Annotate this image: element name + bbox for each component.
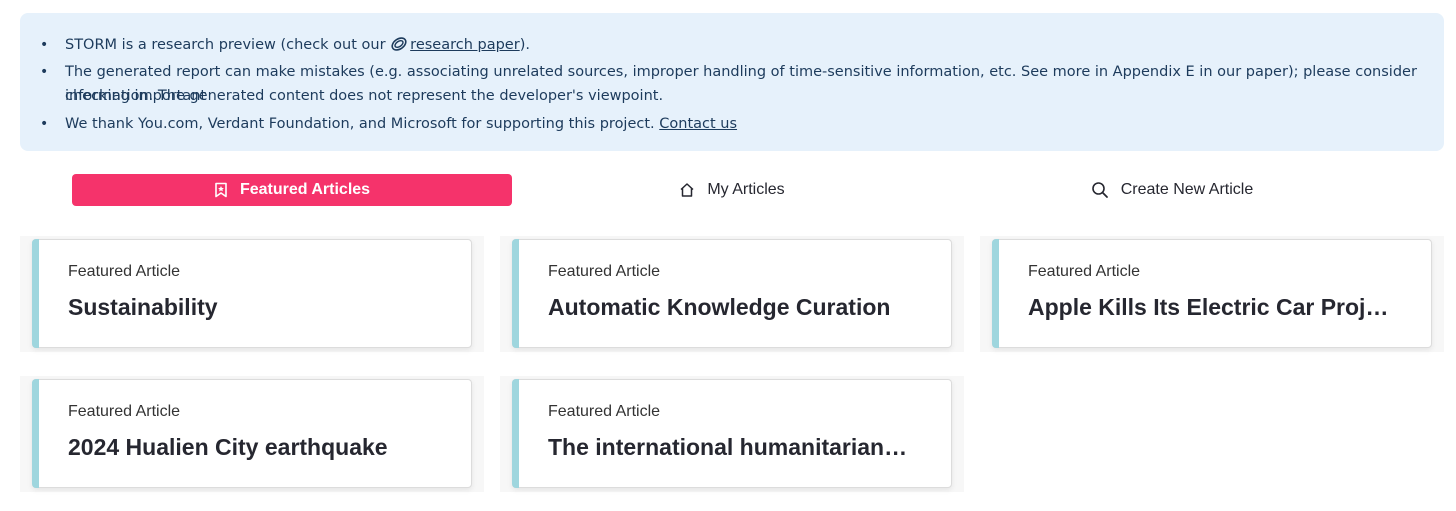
featured-article-card[interactable]: Featured Article Apple Kills Its Electri… [992, 239, 1432, 348]
card-accent-stripe [32, 239, 39, 348]
notice-item-preview: • STORM is a research preview (check out… [40, 33, 530, 57]
tab-my-articles[interactable]: My Articles [512, 174, 952, 206]
notice-text: information. The generated content does … [65, 88, 664, 104]
card-container: Featured Article Apple Kills Its Electri… [980, 236, 1444, 352]
card-kicker: Featured Article [68, 263, 181, 280]
featured-article-card[interactable]: Featured Article 2024 Hualien City earth… [32, 379, 472, 488]
card-title: 2024 Hualien City earthquake [68, 434, 388, 460]
featured-article-card[interactable]: Featured Article Sustainability [32, 239, 472, 348]
tab-bar: Featured Articles My Articles Create New… [0, 174, 1456, 206]
notice-text: ). [519, 37, 530, 53]
card-kicker: Featured Article [1028, 263, 1141, 280]
home-icon [679, 182, 707, 198]
featured-article-card[interactable]: Featured Article The international human… [512, 379, 952, 488]
card-accent-stripe [512, 239, 519, 348]
search-icon [1091, 181, 1121, 199]
tab-label: Create New Article [1120, 181, 1254, 198]
research-paper-link[interactable]: research paper [410, 37, 520, 53]
notice-item-mistakes-cont: information. The generated content does … [65, 84, 663, 108]
card-accent-stripe [32, 379, 39, 488]
paperclip-icon [390, 36, 408, 52]
card-title: The international humanitarian… [548, 434, 908, 460]
tab-label: My Articles [707, 181, 785, 198]
bullet: • [40, 37, 49, 53]
card-accent-stripe [992, 239, 999, 348]
tab-create-new-article[interactable]: Create New Article [952, 174, 1392, 206]
card-kicker: Featured Article [548, 403, 661, 420]
notice-text: STORM is a research preview (check out o… [65, 37, 391, 53]
card-container: Featured Article 2024 Hualien City earth… [20, 376, 484, 492]
bullet: • [40, 64, 49, 80]
card-container: Featured Article Sustainability [20, 236, 484, 352]
bullet: • [40, 116, 49, 132]
card-container: Featured Article The international human… [500, 376, 964, 492]
card-kicker: Featured Article [548, 263, 661, 280]
featured-article-card[interactable]: Featured Article Automatic Knowledge Cur… [512, 239, 952, 348]
card-title: Apple Kills Its Electric Car Proj… [1028, 294, 1389, 320]
bookmark-icon [214, 182, 240, 198]
notice-text: We thank You.com, Verdant Foundation, an… [65, 116, 660, 132]
tab-label: Featured Articles [239, 181, 371, 198]
card-kicker: Featured Article [68, 403, 181, 420]
notice-item-thanks: • We thank You.com, Verdant Foundation, … [40, 112, 737, 136]
contact-us-link[interactable]: Contact us [659, 116, 737, 132]
card-title: Sustainability [68, 294, 218, 320]
card-container: Featured Article Automatic Knowledge Cur… [500, 236, 964, 352]
card-title: Automatic Knowledge Curation [548, 294, 891, 320]
info-notice: • STORM is a research preview (check out… [20, 13, 1444, 151]
tab-featured-articles[interactable]: Featured Articles [72, 174, 512, 206]
card-accent-stripe [512, 379, 519, 488]
